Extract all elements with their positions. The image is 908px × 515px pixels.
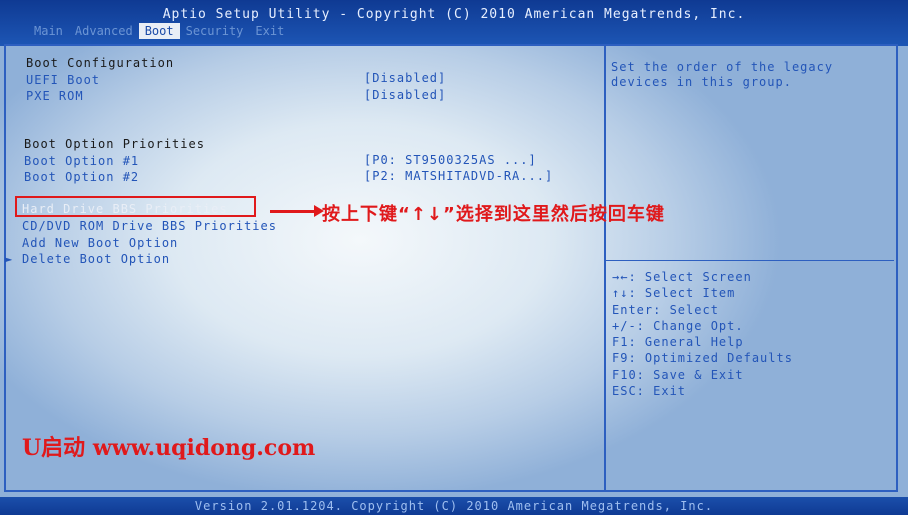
delete-boot-option-item[interactable]: Delete Boot Option [22,252,170,266]
key-hint-optimized-defaults: F9: Optimized Defaults [612,351,793,365]
boot-option-2-item[interactable]: Boot Option #2 [24,170,139,184]
footer-bar: Version 2.01.1204. Copyright (C) 2010 Am… [0,497,908,515]
footer-version-text: Version 2.01.1204. Copyright (C) 2010 Am… [194,499,714,513]
help-text: Set the order of the legacy devices in t… [611,60,834,89]
boot-option-1-item[interactable]: Boot Option #1 [24,154,139,168]
bios-screen: Aptio Setup Utility - Copyright (C) 2010… [0,0,908,515]
annotation-text: 按上下键“↑↓”选择到这里然后按回车键 [322,204,665,225]
tab-advanced[interactable]: Advanced [69,23,139,39]
help-divider [606,260,894,261]
uefi-boot-value[interactable]: [Disabled] [364,71,446,85]
pxe-rom-value[interactable]: [Disabled] [364,88,446,102]
site-watermark: U启动 www.uqidong.com [22,435,316,461]
annotation-arrow-icon [270,205,324,217]
key-hint-enter: Enter: Select [612,303,719,317]
pxe-rom-item[interactable]: PXE ROM [26,89,84,103]
panel-divider [604,44,606,492]
tab-boot[interactable]: Boot [138,23,180,39]
key-hint-esc-exit: ESC: Exit [612,384,687,398]
cd-dvd-bbs-item[interactable]: CD/DVD ROM Drive BBS Priorities [22,219,277,233]
key-hint-general-help: F1: General Help [612,335,744,349]
key-hint-select-screen: →←: Select Screen [612,270,752,284]
submenu-arrow-icon: ► [5,252,14,266]
boot-config-header: Boot Configuration [26,56,175,70]
tab-bar: Main Advanced Boot Security Exit [28,23,290,39]
key-hint-save-exit: F10: Save & Exit [612,368,744,382]
boot-option-2-value[interactable]: [P2: MATSHITADVD-RA...] [364,169,553,183]
window-title: Aptio Setup Utility - Copyright (C) 2010… [162,7,746,22]
title-bar: Aptio Setup Utility - Copyright (C) 2010… [0,0,908,46]
key-hint-change-opt: +/-: Change Opt. [612,319,744,333]
main-frame [4,44,898,492]
uefi-boot-item[interactable]: UEFI Boot [26,73,100,87]
add-boot-option-item[interactable]: Add New Boot Option [22,236,178,250]
hard-drive-bbs-item[interactable]: Hard Drive BBS Priorities [22,202,228,216]
key-hint-select-item: ↑↓: Select Item [612,286,736,300]
tab-security[interactable]: Security [180,23,250,39]
tab-exit[interactable]: Exit [249,23,290,39]
tab-main[interactable]: Main [28,23,69,39]
priorities-header: Boot Option Priorities [24,137,205,151]
boot-option-1-value[interactable]: [P0: ST9500325AS ...] [364,153,537,167]
